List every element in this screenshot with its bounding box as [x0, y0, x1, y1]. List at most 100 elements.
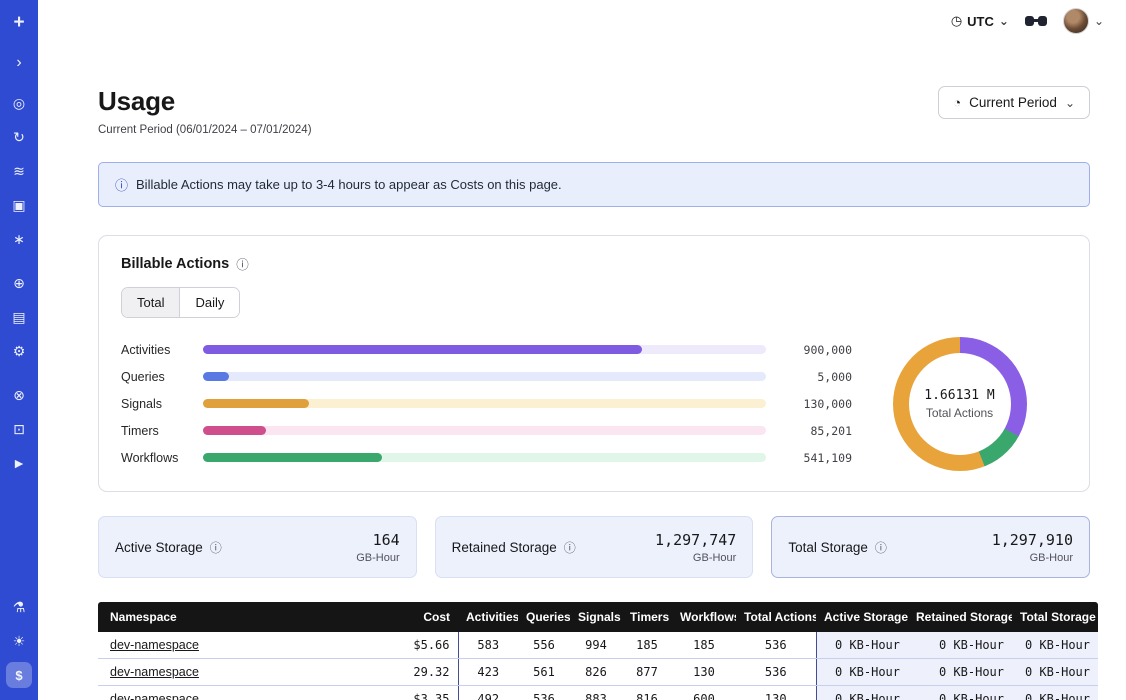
bar-row-signals: Signals 130,000: [121, 390, 852, 417]
activities-cell: 423: [458, 659, 518, 686]
usage-billing-active-icon[interactable]: $: [6, 662, 32, 688]
settings-gear-icon[interactable]: ⚙: [6, 338, 32, 364]
table-row: dev-namespace $5.66 583 556 994 185 185 …: [98, 632, 1098, 659]
tab-total[interactable]: Total: [122, 288, 180, 317]
workflows-cell: 185: [672, 632, 736, 659]
info-icon[interactable]: ⓘ: [236, 254, 249, 273]
info-icon[interactable]: ⓘ: [210, 539, 222, 556]
namespaces-icon[interactable]: ▣: [6, 192, 32, 218]
view-tabs: Total Daily: [121, 287, 240, 318]
deployments-icon[interactable]: ≋: [6, 158, 32, 184]
queries-cell: 556: [518, 632, 570, 659]
page-subtitle: Current Period (06/01/2024 – 07/01/2024): [98, 124, 312, 136]
total-actions-cell: 536: [736, 632, 816, 659]
usage-icon[interactable]: ⊕: [6, 270, 32, 296]
goggles-icon[interactable]: [1025, 15, 1047, 28]
storage-stats: Active Storage ⓘ 164 GB-Hour Retained St…: [98, 516, 1090, 578]
active-storage-card: Active Storage ⓘ 164 GB-Hour: [98, 516, 417, 578]
signals-cell: 994: [570, 632, 622, 659]
timers-cell: 877: [622, 659, 672, 686]
bar-value: 541,109: [774, 451, 852, 465]
col-workflows: Workflows: [672, 602, 736, 632]
stopwatch-icon: ◔: [953, 95, 961, 110]
sidebar-group-main: ◎ ↻ ≋ ▣ ∗: [6, 90, 32, 252]
bar-value: 5,000: [774, 370, 852, 384]
period-selector-button[interactable]: ◔ Current Period ⌄: [938, 86, 1090, 119]
bar-label: Workflows: [121, 451, 203, 465]
info-icon[interactable]: ⓘ: [564, 539, 576, 556]
schedules-icon[interactable]: ↻: [6, 124, 32, 150]
col-retained-storage: Retained Storage: [908, 602, 1012, 632]
table-row: dev-namespace 29.32 423 561 826 877 130 …: [98, 659, 1098, 686]
retained-storage-card: Retained Storage ⓘ 1,297,747 GB-Hour: [435, 516, 754, 578]
stat-value: 1,297,747: [655, 531, 736, 549]
col-queries: Queries: [518, 602, 570, 632]
namespace-cell: dev-namespace: [98, 632, 376, 659]
page-title: Usage: [98, 86, 312, 117]
docs-icon[interactable]: ⊡: [6, 416, 32, 442]
bar-track: [203, 399, 766, 408]
namespace-cell: dev-namespace: [98, 659, 376, 686]
signals-cell: 883: [570, 686, 622, 700]
col-total-actions: Total Actions: [736, 602, 816, 632]
col-activities: Activities: [458, 602, 518, 632]
stat-label: Active Storage: [115, 540, 203, 555]
col-signals: Signals: [570, 602, 622, 632]
stat-value: 1,297,910: [992, 531, 1073, 549]
period-button-label: Current Period: [969, 95, 1057, 110]
stat-unit: GB-Hour: [356, 552, 399, 564]
bar-label: Timers: [121, 424, 203, 438]
avatar: [1063, 8, 1089, 34]
retained-storage-cell: 0 KB-Hour: [908, 686, 1012, 700]
timers-cell: 816: [622, 686, 672, 700]
queries-cell: 561: [518, 659, 570, 686]
rocket-icon[interactable]: ►: [6, 450, 32, 476]
bar-row-activities: Activities 900,000: [121, 336, 852, 363]
bar-label: Activities: [121, 343, 203, 357]
namespace-usage-table: Namespace Cost Activities Queries Signal…: [98, 602, 1090, 700]
nexus-icon[interactable]: ∗: [6, 226, 32, 252]
stat-value: 164: [356, 531, 399, 549]
bar-row-workflows: Workflows 541,109: [121, 444, 852, 471]
info-icon: ⓘ: [115, 175, 128, 194]
stat-label: Total Storage: [788, 540, 868, 555]
activities-cell: 492: [458, 686, 518, 700]
namespace-link[interactable]: dev-namespace: [110, 692, 199, 700]
timezone-selector[interactable]: ◷ UTC ⌄: [951, 13, 1009, 29]
page-header: Usage Current Period (06/01/2024 – 07/01…: [98, 86, 1090, 136]
namespace-link[interactable]: dev-namespace: [110, 638, 199, 652]
temporal-logo-icon[interactable]: +: [6, 10, 32, 36]
info-banner-text: Billable Actions may take up to 3-4 hour…: [136, 177, 562, 192]
chevron-down-icon: ⌄: [1065, 96, 1075, 110]
workflows-icon[interactable]: ◎: [6, 90, 32, 116]
donut-center: 1.66131 M Total Actions: [909, 353, 1011, 455]
user-menu[interactable]: ⌄: [1063, 8, 1104, 34]
expand-nav-icon[interactable]: ›: [6, 50, 32, 76]
sidebar-group-account: ⊕ ▤ ⚙: [6, 270, 32, 364]
stat-label: Retained Storage: [452, 540, 557, 555]
theme-toggle-icon[interactable]: ☀: [6, 628, 32, 654]
donut-total-value: 1.66131 M: [924, 388, 994, 403]
sidebar-group-bottom: ⚗ ☀ $: [6, 594, 32, 688]
workflows-cell: 600: [672, 686, 736, 700]
donut-total-label: Total Actions: [926, 406, 993, 420]
bar-label: Signals: [121, 397, 203, 411]
main-content: Usage Current Period (06/01/2024 – 07/01…: [38, 42, 1126, 700]
bar-value: 130,000: [774, 397, 852, 411]
retained-storage-cell: 0 KB-Hour: [908, 659, 1012, 686]
bar-track: [203, 453, 766, 462]
bar-value: 900,000: [774, 343, 852, 357]
info-banner: ⓘ Billable Actions may take up to 3-4 ho…: [98, 162, 1090, 207]
info-icon[interactable]: ⓘ: [875, 539, 887, 556]
timezone-label: UTC: [967, 14, 994, 29]
support-icon[interactable]: ⊗: [6, 382, 32, 408]
cost-cell: 29.32: [376, 659, 458, 686]
app-root: + › ◎ ↻ ≋ ▣ ∗ ⊕ ▤ ⚙ ⊗ ⊡ ► ⚗ ☀ $ ◷: [0, 0, 1126, 700]
billing-icon[interactable]: ▤: [6, 304, 32, 330]
lab-flask-icon[interactable]: ⚗: [6, 594, 32, 620]
tab-daily[interactable]: Daily: [180, 288, 239, 317]
workflows-cell: 130: [672, 659, 736, 686]
namespace-link[interactable]: dev-namespace: [110, 665, 199, 679]
signals-cell: 826: [570, 659, 622, 686]
col-cost: Cost: [376, 602, 458, 632]
